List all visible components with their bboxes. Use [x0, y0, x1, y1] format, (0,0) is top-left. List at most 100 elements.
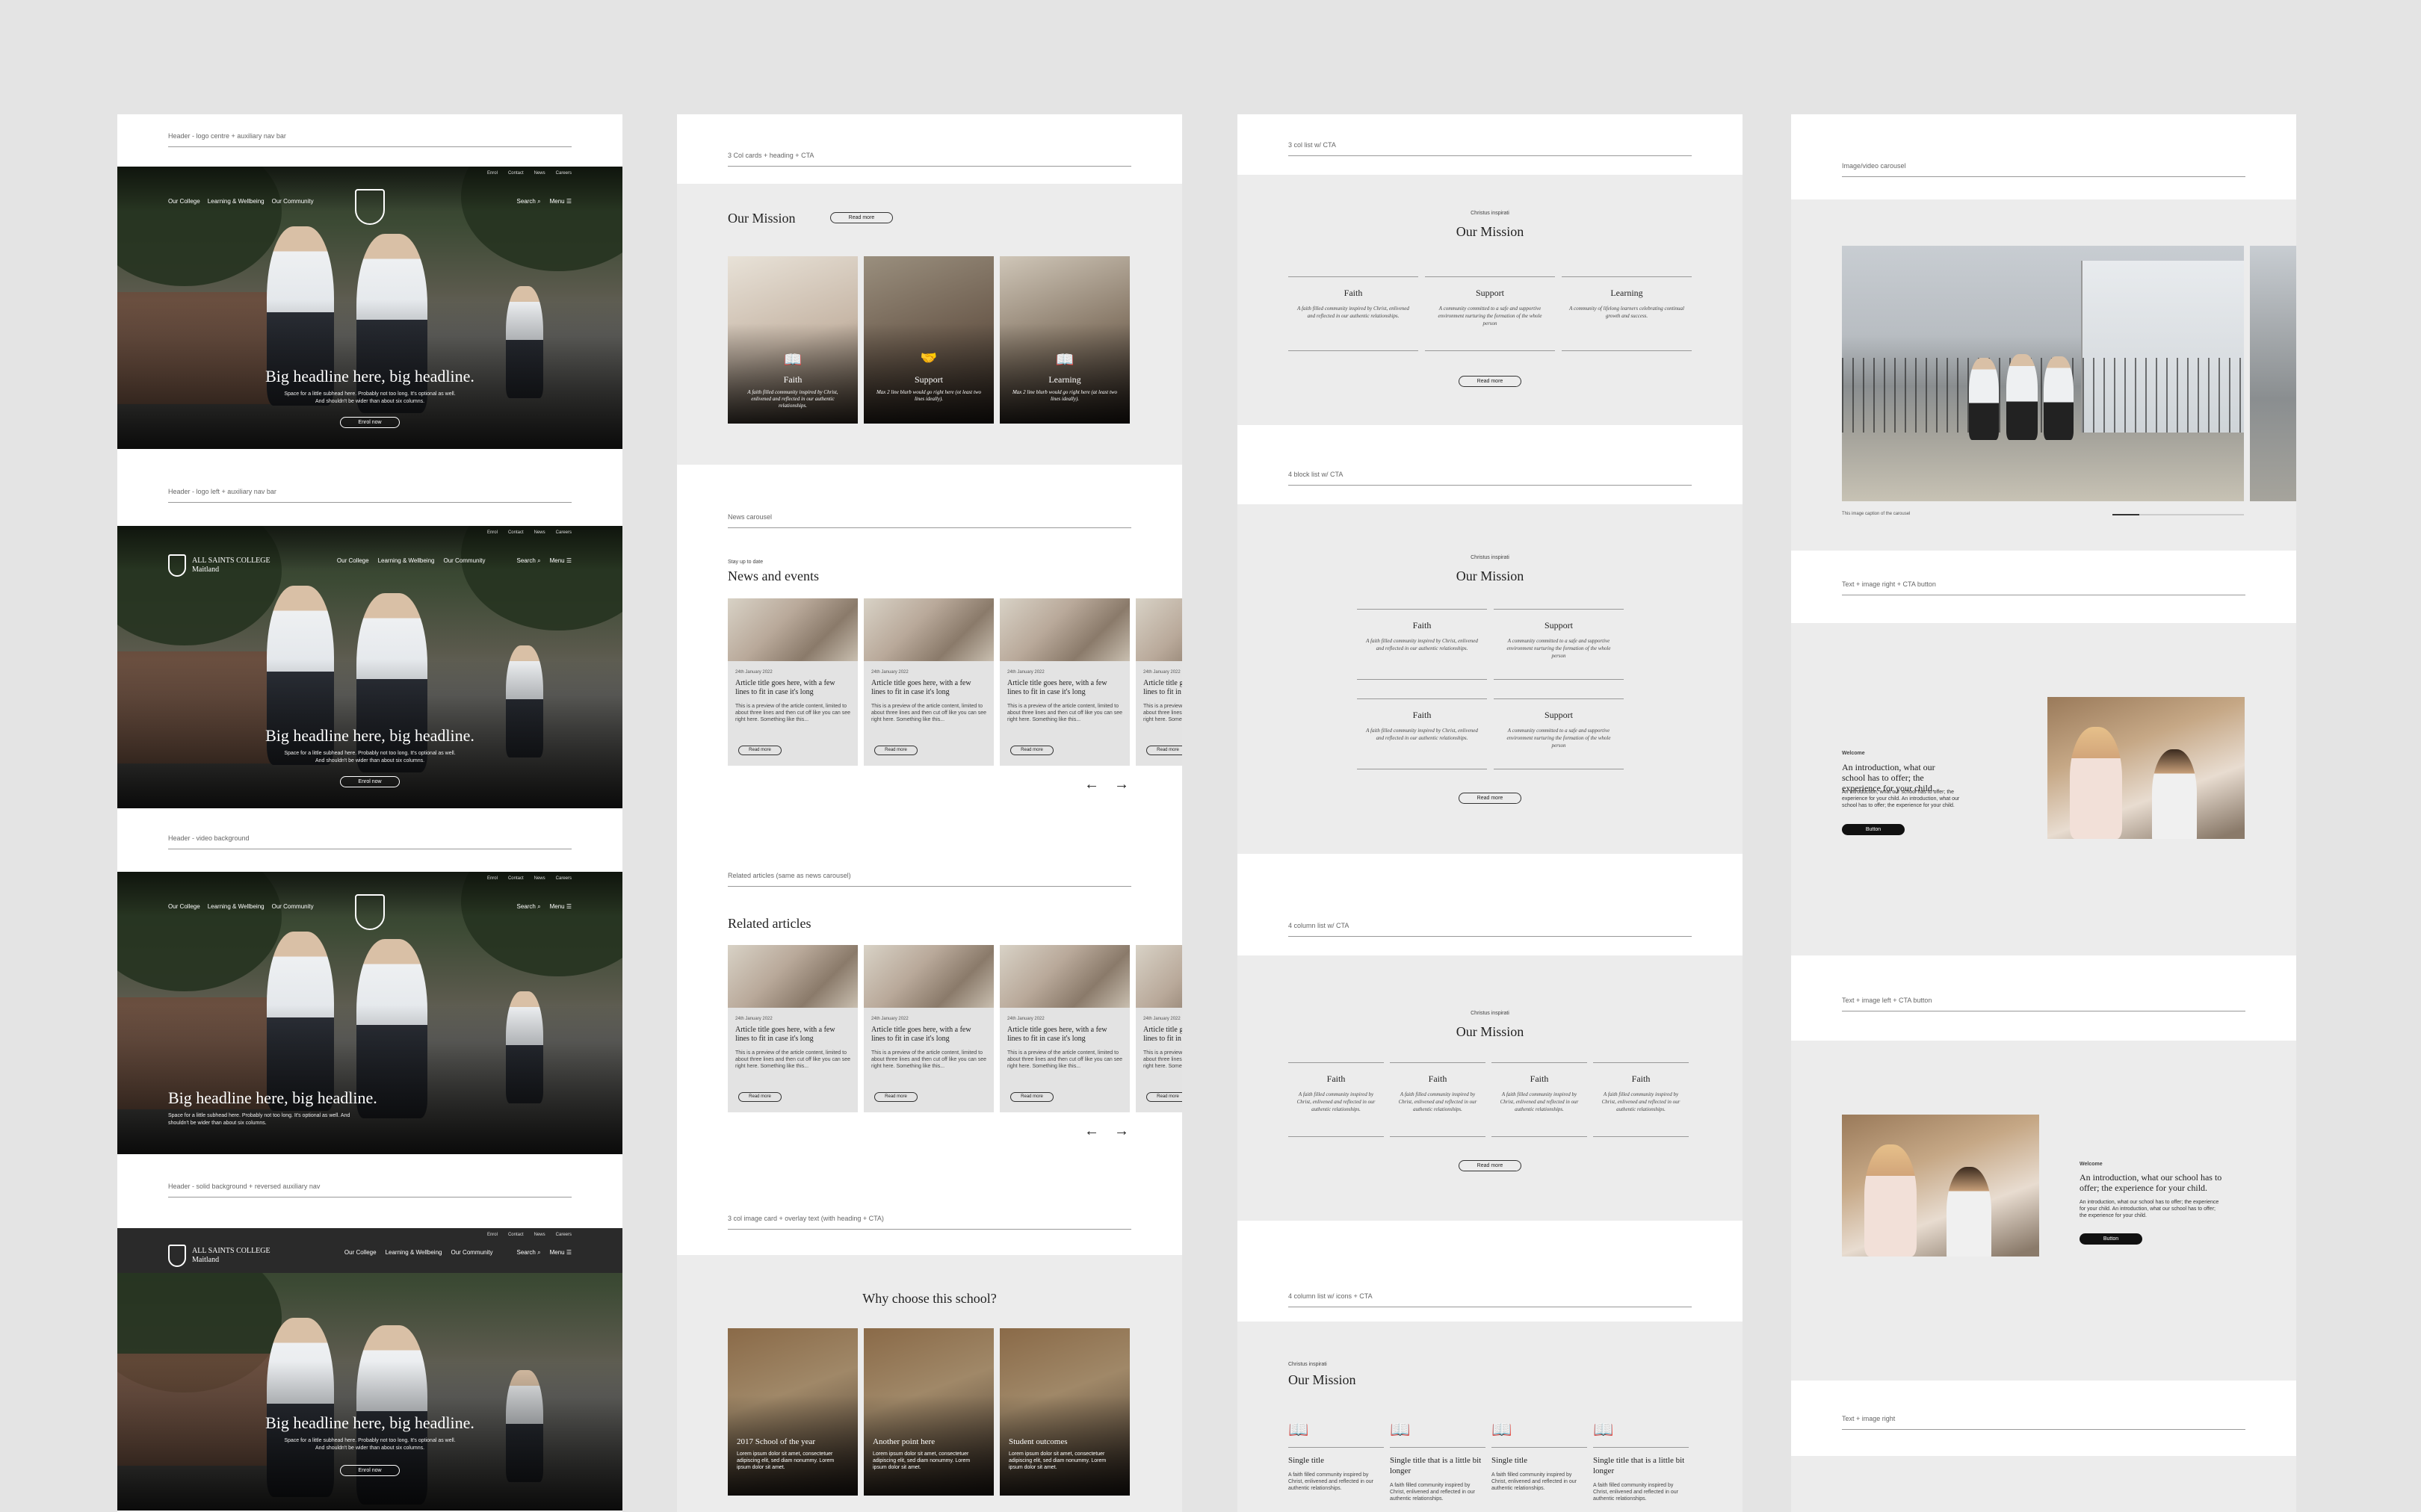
- aux-link[interactable]: Enrol: [487, 530, 498, 535]
- aux-link[interactable]: Enrol: [487, 171, 498, 176]
- brand-logo[interactable]: ALL SAINTS COLLEGE Maitland: [168, 1245, 270, 1267]
- enrol-button[interactable]: Enrol now: [340, 776, 400, 787]
- read-more-button[interactable]: Read more: [1459, 793, 1521, 804]
- aux-link[interactable]: Contact: [508, 1233, 524, 1237]
- eyebrow: Christus inspirati: [1471, 211, 1509, 216]
- news-card[interactable]: 24th January 2022Article title goes here…: [1136, 598, 1182, 766]
- desk-image: [1842, 1257, 2039, 1297]
- section-label: 4 column list w/ CTA: [1288, 922, 1692, 937]
- image-card[interactable]: 🤝 Support Max 2 line blurb would go righ…: [864, 256, 994, 424]
- news-card[interactable]: 24th January 2022Article title goes here…: [864, 598, 994, 766]
- read-more-button[interactable]: Read more: [1010, 746, 1054, 755]
- read-more-button[interactable]: Read more: [830, 212, 893, 223]
- search-button[interactable]: Search ⌕: [517, 557, 541, 565]
- intro-heading: An introduction, what our school has to …: [2080, 1172, 2222, 1193]
- nav-item[interactable]: Our Community: [272, 903, 314, 910]
- carousel-image[interactable]: [1842, 246, 2244, 501]
- image-card[interactable]: 📖 Faith A faith filled community inspire…: [728, 256, 858, 424]
- arrow-left-icon[interactable]: ←: [1084, 776, 1099, 793]
- arrow-right-icon[interactable]: →: [1114, 1123, 1129, 1140]
- read-more-button[interactable]: Read more: [874, 746, 918, 755]
- article-image: [728, 598, 858, 661]
- news-card[interactable]: 24th January 2022Article title goes here…: [864, 945, 994, 1112]
- aux-link[interactable]: News: [534, 171, 545, 176]
- icon-list-item: 📖 Single title that is a little bit longe…: [1593, 1420, 1689, 1502]
- aux-link[interactable]: News: [534, 876, 545, 881]
- aux-link[interactable]: Careers: [556, 171, 572, 176]
- card-title: 2017 School of the year: [737, 1437, 816, 1446]
- menu-button[interactable]: Menu ☰: [550, 198, 572, 205]
- college-crest-logo[interactable]: [355, 189, 385, 225]
- arrow-left-icon[interactable]: ←: [1084, 1123, 1099, 1140]
- nav-item[interactable]: Our Community: [443, 557, 485, 565]
- nav-item[interactable]: Our Community: [272, 198, 314, 205]
- desk-image: [2047, 839, 2245, 879]
- read-more-button[interactable]: Read more: [1146, 746, 1182, 755]
- mission-cards-section: Our Mission Read more 📖 Faith A faith fi…: [677, 184, 1182, 465]
- search-button[interactable]: Search ⌕: [517, 198, 541, 205]
- section-heading: Our Mission: [728, 211, 796, 226]
- aux-link[interactable]: Enrol: [487, 876, 498, 881]
- brand-logo[interactable]: ALL SAINTS COLLEGE Maitland: [168, 554, 270, 577]
- read-more-button[interactable]: Read more: [1010, 1092, 1054, 1102]
- news-card[interactable]: 24th January 2022Article title goes here…: [1136, 945, 1182, 1112]
- aux-link[interactable]: Contact: [508, 530, 524, 535]
- nav-item[interactable]: Learning & Wellbeing: [208, 903, 265, 910]
- aux-link[interactable]: Careers: [556, 1233, 572, 1237]
- why-section: Why choose this school? 2017 School of t…: [677, 1255, 1182, 1512]
- overlay-card[interactable]: Another point here Lorem ipsum dolor sit…: [864, 1328, 994, 1496]
- aux-link[interactable]: Contact: [508, 876, 524, 881]
- enrol-button[interactable]: Enrol now: [340, 1465, 400, 1476]
- nav-item[interactable]: Our Community: [451, 1249, 492, 1257]
- menu-button[interactable]: Menu ☰: [550, 903, 572, 911]
- cta-button[interactable]: Button: [2080, 1233, 2142, 1245]
- list-item: Faith A faith filled community inspired b…: [1390, 1062, 1485, 1137]
- carousel-progress[interactable]: [2112, 514, 2244, 515]
- menu-button[interactable]: Menu ☰: [550, 1249, 572, 1257]
- news-card[interactable]: 24th January 2022Article title goes here…: [1000, 598, 1130, 766]
- student-photo: [2047, 697, 2245, 879]
- aux-link[interactable]: News: [534, 1233, 545, 1237]
- overlay-card[interactable]: Student outcomes Lorem ipsum dolor sit a…: [1000, 1328, 1130, 1496]
- read-more-button[interactable]: Read more: [738, 746, 782, 755]
- news-card[interactable]: 24th January 2022Article title goes here…: [728, 598, 858, 766]
- brand-sub: Maitland: [192, 1256, 220, 1264]
- nav-item[interactable]: Learning & Wellbeing: [208, 198, 265, 205]
- aux-link[interactable]: Contact: [508, 171, 524, 176]
- nav-item[interactable]: Our College: [344, 1249, 377, 1257]
- nav-item[interactable]: Learning & Wellbeing: [386, 1249, 442, 1257]
- arrow-right-icon[interactable]: →: [1114, 776, 1129, 793]
- carousel-next-image[interactable]: [2250, 246, 2296, 501]
- nav-item[interactable]: Our College: [337, 557, 369, 565]
- aux-link[interactable]: Enrol: [487, 1233, 498, 1237]
- aux-link[interactable]: Careers: [556, 876, 572, 881]
- read-more-button[interactable]: Read more: [1459, 376, 1521, 387]
- card-text: Lorem ipsum dolor sit amet, consectetuer…: [1009, 1451, 1107, 1470]
- enrol-button[interactable]: Enrol now: [340, 417, 400, 428]
- section-label: Image/video carousel: [1842, 162, 2245, 177]
- read-more-button[interactable]: Read more: [738, 1092, 782, 1102]
- aux-link[interactable]: Careers: [556, 530, 572, 535]
- eyebrow: Welcome: [2080, 1162, 2103, 1167]
- nav-item[interactable]: Our College: [168, 198, 200, 205]
- news-card[interactable]: 24th January 2022Article title goes here…: [1000, 945, 1130, 1112]
- search-button[interactable]: Search ⌕: [517, 1249, 541, 1257]
- nav-item[interactable]: Our College: [168, 903, 200, 910]
- read-more-button[interactable]: Read more: [874, 1092, 918, 1102]
- nav-item[interactable]: Learning & Wellbeing: [378, 557, 435, 565]
- hero-subhead: Space for a little subhead here. Probabl…: [168, 1113, 350, 1126]
- search-button[interactable]: Search ⌕: [517, 903, 541, 911]
- section-label: Text + image right + CTA button: [1842, 580, 2245, 595]
- menu-button[interactable]: Menu ☰: [550, 557, 572, 565]
- image-card[interactable]: 📖 Learning Max 2 line blurb would go rig…: [1000, 256, 1130, 424]
- shield-icon: [168, 1245, 186, 1267]
- overlay-card[interactable]: 2017 School of the year Lorem ipsum dolo…: [728, 1328, 858, 1496]
- three-col-list-section: Christus inspirati Our Mission Faith A fa…: [1237, 175, 1743, 425]
- student-photo: [1842, 1115, 2039, 1297]
- news-card[interactable]: 24th January 2022Article title goes here…: [728, 945, 858, 1112]
- aux-link[interactable]: News: [534, 530, 545, 535]
- college-crest-logo[interactable]: [355, 894, 385, 930]
- read-more-button[interactable]: Read more: [1146, 1092, 1182, 1102]
- cta-button[interactable]: Button: [1842, 824, 1905, 835]
- read-more-button[interactable]: Read more: [1459, 1160, 1521, 1171]
